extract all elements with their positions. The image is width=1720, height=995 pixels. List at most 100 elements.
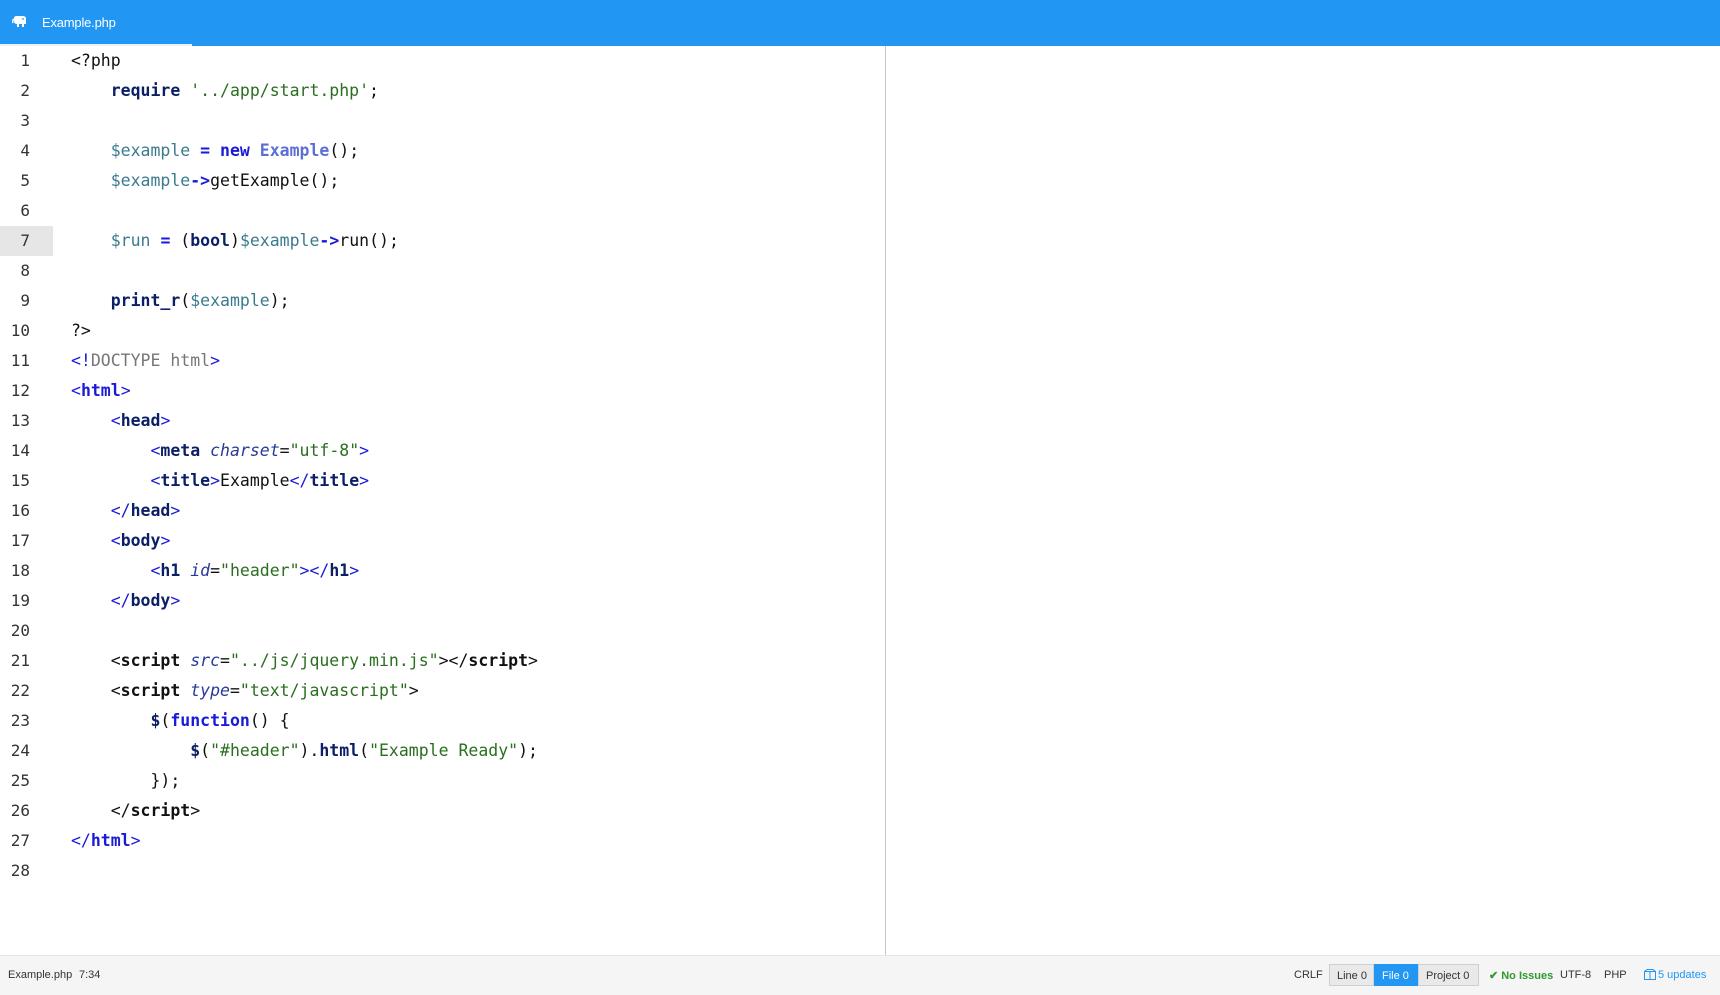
line-number-gutter[interactable]: 2: [0, 76, 53, 106]
line-number-gutter[interactable]: 9: [0, 286, 53, 316]
line-number-gutter[interactable]: 23: [0, 706, 53, 736]
code-line[interactable]: 22 <script type="text/javascript">: [0, 676, 885, 706]
status-encoding[interactable]: UTF-8: [1560, 969, 1591, 981]
status-file-name[interactable]: Example.php: [8, 969, 72, 981]
code-line[interactable]: 5 $example->getExample();: [0, 166, 885, 196]
code-token: html: [90, 831, 131, 850]
line-number-gutter[interactable]: 7: [0, 226, 53, 256]
status-cursor-position[interactable]: 7:34: [79, 969, 100, 981]
code-token: () {: [249, 711, 290, 730]
code-token: src: [190, 651, 221, 670]
code-token: (: [359, 741, 370, 760]
code-line[interactable]: 15 <title>Example</title>: [0, 466, 885, 496]
lint-file-count[interactable]: File 0: [1374, 964, 1418, 986]
code-token: =: [200, 141, 211, 160]
code-text: require '../app/start.php';: [71, 76, 379, 106]
code-line[interactable]: 17 <body>: [0, 526, 885, 556]
code-line[interactable]: 25 });: [0, 766, 885, 796]
line-number-gutter[interactable]: 13: [0, 406, 53, 436]
line-number: 13: [10, 411, 30, 430]
code-line[interactable]: 3: [0, 106, 885, 136]
code-token: (: [170, 231, 191, 250]
line-number-gutter[interactable]: 18: [0, 556, 53, 586]
code-token: ).: [299, 741, 320, 760]
code-line[interactable]: 20: [0, 616, 885, 646]
code-token: html: [319, 741, 360, 760]
line-number: 22: [10, 681, 30, 700]
line-number-gutter[interactable]: 28: [0, 856, 53, 886]
code-line[interactable]: 9 print_r($example);: [0, 286, 885, 316]
line-number-gutter[interactable]: 14: [0, 436, 53, 466]
line-number-gutter[interactable]: 25: [0, 766, 53, 796]
line-number: 3: [20, 111, 30, 130]
code-line[interactable]: 12 <html>: [0, 376, 885, 406]
code-token: "utf-8": [289, 441, 360, 460]
line-number-gutter[interactable]: 27: [0, 826, 53, 856]
code-line[interactable]: 8: [0, 256, 885, 286]
code-line[interactable]: 10 ?>: [0, 316, 885, 346]
line-number-gutter[interactable]: 8: [0, 256, 53, 286]
code-line[interactable]: 26 </script>: [0, 796, 885, 826]
line-number-gutter[interactable]: 1: [0, 46, 53, 76]
code-token: $: [190, 741, 201, 760]
code-token: );: [518, 741, 538, 760]
code-token: >: [210, 351, 221, 370]
line-number-gutter[interactable]: 5: [0, 166, 53, 196]
code-token: (: [160, 711, 171, 730]
package-update-icon: [1644, 969, 1656, 980]
code-line[interactable]: 6: [0, 196, 885, 226]
line-number-gutter[interactable]: 10: [0, 316, 53, 346]
line-number: 20: [10, 621, 30, 640]
line-number-gutter[interactable]: 11: [0, 346, 53, 376]
lint-line-count[interactable]: Line 0: [1329, 964, 1374, 986]
line-number-gutter[interactable]: 21: [0, 646, 53, 676]
line-number: 7: [20, 231, 30, 250]
code-line[interactable]: 14 <meta charset="utf-8">: [0, 436, 885, 466]
code-line[interactable]: 7 $run = (bool)$example->run();: [0, 226, 885, 256]
code-line[interactable]: 28: [0, 856, 885, 886]
line-number: 19: [10, 591, 30, 610]
line-number-gutter[interactable]: 15: [0, 466, 53, 496]
code-line[interactable]: 19 </body>: [0, 586, 885, 616]
code-line[interactable]: 23 $(function() {: [0, 706, 885, 736]
code-line[interactable]: 24 $("#header").html("Example Ready");: [0, 736, 885, 766]
line-number-gutter[interactable]: 16: [0, 496, 53, 526]
code-editor[interactable]: 1 <?php 2 require '../app/start.php'; 3 4 $e…: [0, 46, 885, 955]
line-number-gutter[interactable]: 20: [0, 616, 53, 646]
code-line[interactable]: 2 require '../app/start.php';: [0, 76, 885, 106]
code-line[interactable]: 27 </html>: [0, 826, 885, 856]
code-token: <: [110, 411, 121, 430]
status-line-ending[interactable]: CRLF: [1294, 969, 1323, 981]
line-number-gutter[interactable]: 12: [0, 376, 53, 406]
code-text: $(function() {: [71, 706, 290, 736]
empty-editor-pane[interactable]: [886, 46, 1720, 955]
code-token: $: [150, 711, 161, 730]
status-issues[interactable]: ✔ No Issues: [1489, 969, 1553, 982]
line-number-gutter[interactable]: 3: [0, 106, 53, 136]
code-line[interactable]: 11 <!DOCTYPE html>: [0, 346, 885, 376]
code-line[interactable]: 18 <h1 id="header"></h1>: [0, 556, 885, 586]
line-number-gutter[interactable]: 26: [0, 796, 53, 826]
line-number-gutter[interactable]: 6: [0, 196, 53, 226]
line-number-gutter[interactable]: 19: [0, 586, 53, 616]
code-token: (: [200, 741, 211, 760]
code-line[interactable]: 13 <head>: [0, 406, 885, 436]
code-line[interactable]: 1 <?php: [0, 46, 885, 76]
status-updates[interactable]: 5 updates: [1644, 969, 1706, 981]
code-line[interactable]: 21 <script src="../js/jquery.min.js"></s…: [0, 646, 885, 676]
line-number-gutter[interactable]: 24: [0, 736, 53, 766]
lint-project-count[interactable]: Project 0: [1418, 964, 1479, 986]
line-number-gutter[interactable]: 17: [0, 526, 53, 556]
line-number-gutter[interactable]: 22: [0, 676, 53, 706]
tab-example-php[interactable]: Example.php: [0, 0, 192, 46]
status-grammar[interactable]: PHP: [1604, 969, 1627, 981]
line-number-gutter[interactable]: 4: [0, 136, 53, 166]
code-line[interactable]: 16 </head>: [0, 496, 885, 526]
code-token: </: [71, 831, 91, 850]
code-line[interactable]: 4 $example = new Example();: [0, 136, 885, 166]
code-token: <?php: [71, 51, 121, 70]
code-token: <: [71, 381, 81, 400]
